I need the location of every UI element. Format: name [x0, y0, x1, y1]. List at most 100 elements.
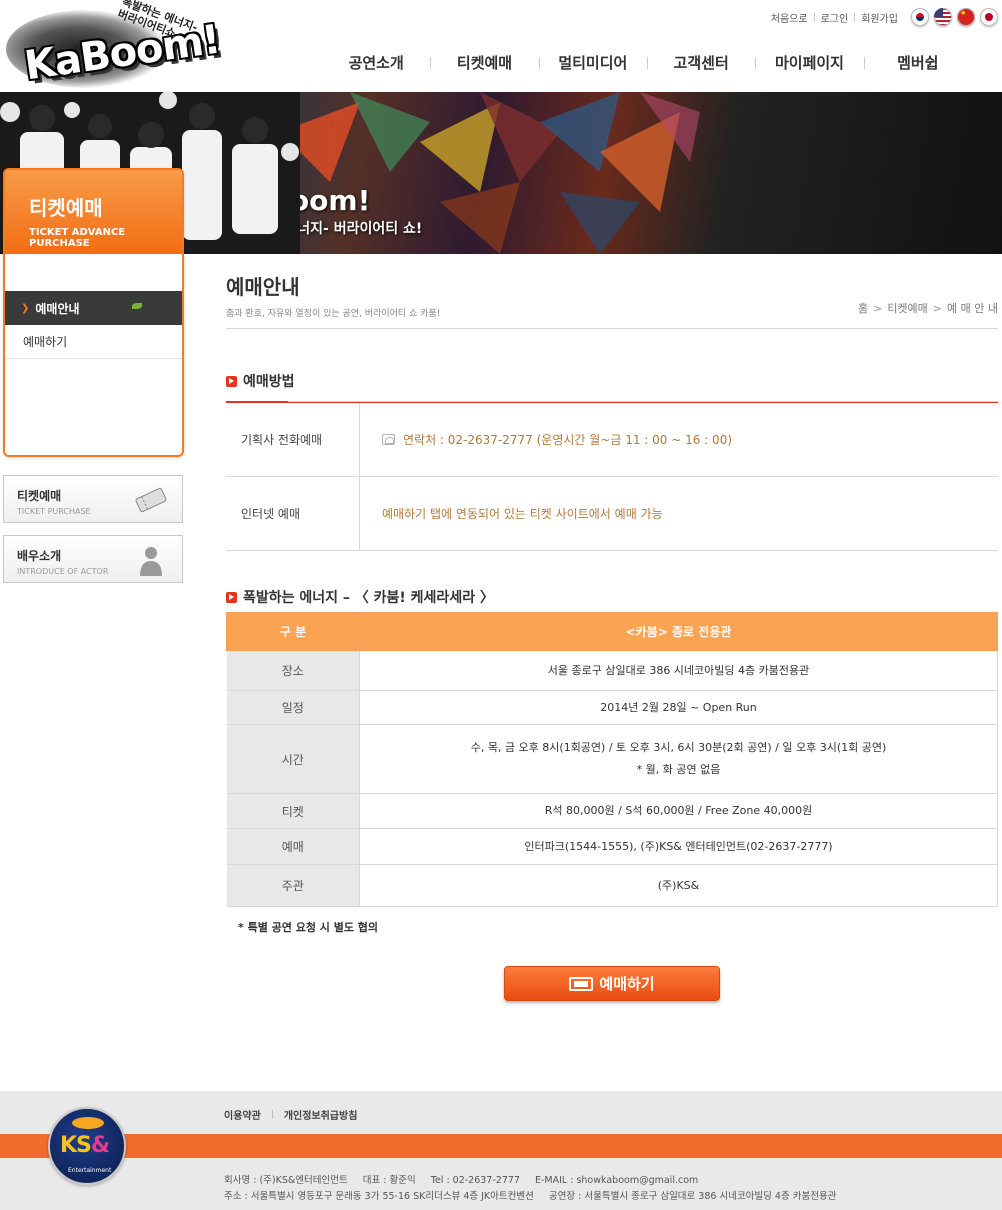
quick-link-ticket[interactable]: 티켓예매 TICKET PURCHASE: [3, 475, 183, 523]
schedule-note: * 월, 화 공연 없음: [636, 763, 721, 776]
person-icon: [140, 547, 162, 576]
sidebar-menu: ❯ 예매안내 예매하기: [5, 291, 182, 359]
leaf-icon: [132, 303, 142, 309]
sidebar-item-label: 예매안내: [35, 301, 80, 316]
company-tel: Tel : 02-2637-2777: [430, 1175, 520, 1186]
privacy-link[interactable]: 개인정보취급방침: [284, 1107, 358, 1122]
china-flag-icon[interactable]: [957, 8, 975, 26]
utility-nav: 처음으로 로그인 회원가입: [771, 8, 998, 26]
row-value: 2014년 2월 28일 ~ Open Run: [359, 690, 998, 725]
sidebar-header: 티켓예매 TICKET ADVANCE PURCHASE: [5, 170, 182, 254]
table-row: 일정 2014년 2월 28일 ~ Open Run: [226, 690, 998, 725]
breadcrumb-home[interactable]: 홈: [858, 302, 868, 315]
chevron-right-icon: ❯: [21, 302, 30, 314]
company-info: 회사명 : (주)KS&엔터테인먼트 대표 : 황준익 Tel : 02-263…: [224, 1173, 848, 1205]
section-heading-method: 예매방법: [226, 371, 295, 391]
divider: [226, 328, 998, 329]
table-row: 주관 (주)KS&: [226, 864, 998, 907]
company-logo: KS& Entertainment: [48, 1107, 126, 1185]
section-heading-info: 폭발하는 에너지 – 〈 카붐! 케세라세라 〉: [226, 587, 494, 607]
table-row: 티켓 R석 80,000원 / S석 60,000원 / Free Zone 4…: [226, 793, 998, 829]
bullet-icon: [226, 591, 237, 603]
ticket-icon: [135, 487, 167, 513]
company-info-line: 회사명 : (주)KS&엔터테인먼트 대표 : 황준익 Tel : 02-263…: [224, 1173, 848, 1189]
table-row: 인터넷 예매 예매하기 탭에 연동되어 있는 티켓 사이트에서 예매 가능: [226, 477, 998, 551]
language-selector: [906, 8, 998, 26]
main-nav: 공연소개 티켓예매 멀티미디어 고객센터 마이페이지 멤버쉽: [322, 52, 972, 73]
company-logo-text: KS&: [60, 1133, 110, 1158]
row-value: 수, 목, 금 오후 8시(1회공연) / 토 오후 3시, 6시 30분(2회…: [359, 724, 998, 794]
korean-flag-icon[interactable]: [911, 8, 929, 26]
sidebar: 티켓예매 TICKET ADVANCE PURCHASE ❯ 예매안내 예매하기: [3, 168, 184, 457]
sidebar-title: 티켓예매: [29, 196, 103, 220]
nav-ticket[interactable]: 티켓예매: [430, 52, 538, 73]
company-name: 회사명 : (주)KS&엔터테인먼트: [224, 1175, 348, 1186]
row-label: 일정: [226, 690, 360, 725]
us-flag-icon[interactable]: [934, 8, 952, 26]
book-button[interactable]: 예매하기: [504, 966, 720, 1001]
venue-address: 공연장 : 서울특별시 종로구 삼일대로 386 시네코아빌딩 4층 카붐전용관: [548, 1191, 837, 1202]
table-row: 기획사 전화예매 연락처 : 02-2637-2777 (운영시간 월~금 11…: [226, 403, 998, 477]
site-footer: 이용약관 개인정보취급방침 KS& Entertainment 회사명 : (주…: [0, 1091, 1002, 1210]
nav-mypage[interactable]: 마이페이지: [755, 52, 863, 73]
site-header: KaBoom! 폭발하는 에너지- 버라이어티쇼 처음으로 로그인 회원가입 공…: [0, 0, 1002, 92]
table-row: 시간 수, 목, 금 오후 8시(1회공연) / 토 오후 3시, 6시 30분…: [226, 724, 998, 794]
nav-customer-center[interactable]: 고객센터: [646, 52, 755, 73]
logo-text-amp: &: [90, 1133, 110, 1158]
divider: [854, 12, 856, 22]
footer-accent-bar: [0, 1134, 1002, 1158]
nav-membership[interactable]: 멤버쉽: [863, 52, 972, 73]
company-info-line: 주소 : 서울특별시 영등포구 문래동 3가 55-16 SK리더스뷰 4층 J…: [224, 1189, 848, 1205]
table-row: 장소 서울 종로구 삼일대로 386 시네코아빌딩 4층 카붐전용관: [226, 650, 998, 691]
terms-link[interactable]: 이용약관: [224, 1107, 261, 1122]
show-info-table: 구 분 <카붐> 종로 전용관 장소 서울 종로구 삼일대로 386 시네코아빌…: [226, 612, 998, 907]
row-label: 예매: [226, 828, 360, 865]
method-value: 예매하기 탭에 연동되어 있는 티켓 사이트에서 예매 가능: [382, 507, 663, 521]
special-note: * 특별 공연 요청 시 별도 협의: [238, 921, 379, 934]
row-label: 주관: [226, 864, 360, 907]
footer-links: 이용약관 개인정보취급방침: [224, 1107, 357, 1122]
sidebar-item-label: 예매하기: [23, 335, 68, 349]
bullet-icon: [226, 375, 237, 387]
breadcrumb-ticket[interactable]: 티켓예매: [887, 302, 927, 315]
row-value: (주)KS&: [359, 864, 998, 907]
chevron-right-icon: >: [873, 302, 883, 315]
ufo-icon: [72, 1117, 104, 1129]
company-ceo: 대표 : 황준익: [362, 1175, 416, 1186]
divider: [813, 12, 815, 22]
row-value: 인터파크(1544-1555), (주)KS& 엔터테인먼트(02-2637-2…: [359, 828, 998, 865]
chevron-right-icon: >: [932, 302, 943, 315]
quick-link-actor[interactable]: 배우소개 INTRODUCE OF ACTOR: [3, 535, 183, 583]
table-row: 예매 인터파크(1544-1555), (주)KS& 엔터테인먼트(02-263…: [226, 828, 998, 865]
site-logo[interactable]: KaBoom! 폭발하는 에너지- 버라이어티쇼: [6, 0, 223, 90]
section-heading-text: 폭발하는 에너지 – 〈 카붐! 케세라세라 〉: [243, 590, 494, 606]
sidebar-item-booking-guide[interactable]: ❯ 예매안내: [5, 291, 182, 325]
row-label: 티켓: [226, 793, 360, 829]
book-button-label: 예매하기: [599, 975, 655, 993]
japan-flag-icon[interactable]: [980, 8, 998, 26]
company-email: E-MAIL : showkaboom@gmail.com: [535, 1175, 699, 1186]
nav-show-intro[interactable]: 공연소개: [322, 52, 430, 73]
method-label: 기획사 전화예매: [226, 403, 360, 476]
breadcrumb-current: 예 매 안 내: [947, 302, 998, 315]
logo-text-ks: KS: [60, 1133, 92, 1158]
row-label: 시간: [226, 724, 360, 794]
signup-link[interactable]: 회원가입: [861, 10, 898, 25]
ticket-icon: [569, 976, 594, 991]
table-header-row: 구 분 <카붐> 종로 전용관: [226, 612, 998, 651]
sidebar-item-book[interactable]: 예매하기: [5, 325, 182, 359]
divider: [271, 1110, 273, 1119]
column-header: <카붐> 종로 전용관: [359, 612, 998, 651]
phone-booking-text: 연락처 : 02-2637-2777 (운영시간 월~금 11 : 00 ~ 1…: [403, 433, 733, 447]
row-value: R석 80,000원 / S석 60,000원 / Free Zone 40,0…: [359, 793, 998, 829]
row-value: 서울 종로구 삼일대로 386 시네코아빌딩 4층 카붐전용관: [359, 650, 998, 691]
page-description: 춤과 환호, 자유와 열정이 있는 공연, 버라이어티 쇼 카붐!: [226, 309, 441, 319]
column-header: 구 분: [226, 612, 360, 651]
company-address: 주소 : 서울특별시 영등포구 문래동 3가 55-16 SK리더스뷰 4층 J…: [224, 1191, 534, 1202]
section-heading-text: 예매방법: [243, 374, 295, 390]
home-link[interactable]: 처음으로: [771, 10, 808, 25]
method-value: 연락처 : 02-2637-2777 (운영시간 월~금 11 : 00 ~ 1…: [360, 403, 998, 476]
sidebar-subtitle: TICKET ADVANCE PURCHASE: [29, 227, 126, 249]
nav-multimedia[interactable]: 멀티미디어: [538, 52, 647, 73]
login-link[interactable]: 로그인: [821, 10, 849, 25]
